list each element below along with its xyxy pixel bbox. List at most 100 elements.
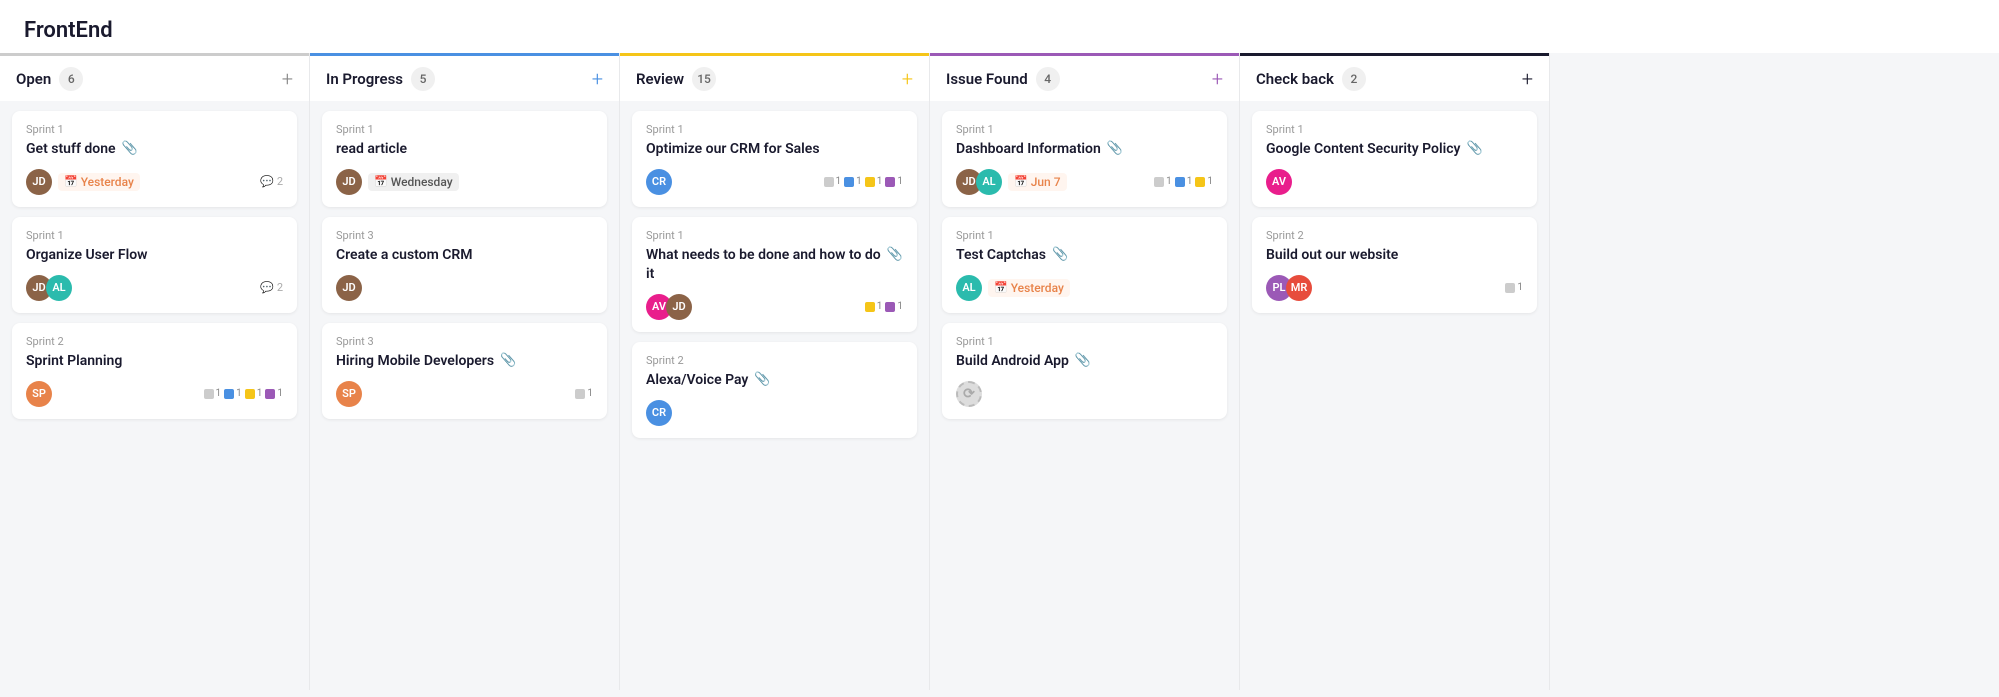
column-add-button[interactable]: +: [1212, 69, 1223, 89]
column-open: Open6+Sprint 1Get stuff done📎JD📅 Yesterd…: [0, 53, 310, 690]
card-sprint: Sprint 1: [26, 123, 283, 136]
avatar-group: AL: [956, 275, 982, 301]
card[interactable]: Sprint 1What needs to be done and how to…: [632, 217, 917, 332]
card[interactable]: Sprint 1Build Android App📎⟳: [942, 323, 1227, 419]
tag-dots: 1111: [204, 388, 284, 399]
tag-dot: 1: [824, 176, 842, 187]
dot-yellow: [1195, 177, 1205, 187]
card[interactable]: Sprint 2Sprint PlanningSP1111: [12, 323, 297, 419]
card-title: Get stuff done: [26, 140, 116, 159]
card-title-row: Get stuff done 📎: [26, 140, 283, 169]
tag-dot: 1: [245, 388, 263, 399]
calendar-icon: 📅: [374, 175, 388, 188]
card[interactable]: Sprint 1Organize User FlowJDAL💬 2: [12, 217, 297, 313]
calendar-icon: 📅: [1014, 175, 1028, 188]
avatar-group: JDAL: [956, 169, 1002, 195]
comment-count: 💬 2: [260, 175, 283, 188]
tag-dot: 1: [844, 176, 862, 187]
card-title: Organize User Flow: [26, 246, 148, 265]
avatar: JD: [336, 275, 362, 301]
page-title: FrontEnd: [24, 18, 1975, 43]
avatar-group: AV: [1266, 169, 1292, 195]
tag-dots: 1111: [824, 176, 904, 187]
column-title: In Progress: [326, 70, 403, 88]
column-header-review: Review15+: [620, 53, 929, 101]
card-sprint: Sprint 3: [336, 229, 593, 242]
column-add-button[interactable]: +: [1522, 69, 1533, 89]
column-bar: [1240, 53, 1549, 56]
card-title-row: Alexa/Voice Pay📎: [646, 371, 903, 400]
dot-blue: [844, 177, 854, 187]
calendar-icon: 📅: [994, 281, 1008, 294]
card-footer: JDAL💬 2: [26, 275, 283, 301]
column-bar: [310, 53, 619, 56]
column-title: Issue Found: [946, 70, 1028, 88]
attachment-icon: 📎: [122, 141, 138, 156]
card[interactable]: Sprint 1Optimize our CRM for SalesCR1111: [632, 111, 917, 207]
tag-dot: 1: [1505, 282, 1523, 293]
attachment-icon: 📎: [1075, 353, 1091, 368]
card-sprint: Sprint 1: [956, 123, 1213, 136]
dot-gray: [1505, 283, 1515, 293]
card-title-row: read article: [336, 140, 593, 169]
card-footer: CR: [646, 400, 903, 426]
column-title: Review: [636, 70, 684, 88]
column-bar: [620, 53, 929, 56]
card[interactable]: Sprint 2Alexa/Voice Pay📎CR: [632, 342, 917, 438]
card[interactable]: Sprint 1Test Captchas📎AL📅 Yesterday: [942, 217, 1227, 313]
tag-dots: 111: [1154, 176, 1213, 187]
card-footer: AV: [1266, 169, 1523, 195]
column-add-button[interactable]: +: [902, 69, 913, 89]
board-container: Open6+Sprint 1Get stuff done📎JD📅 Yesterd…: [0, 53, 1999, 690]
attachment-icon: 📎: [1466, 141, 1482, 156]
calendar-icon: 📅: [64, 175, 78, 188]
tag-dot: 1: [885, 176, 903, 187]
card-title-row: Build Android App📎: [956, 352, 1213, 381]
column-count: 2: [1342, 67, 1366, 91]
card[interactable]: Sprint 1Google Content Security Policy📎A…: [1252, 111, 1537, 207]
dot-yellow: [865, 177, 875, 187]
column-cards: Sprint 1Optimize our CRM for SalesCR1111…: [620, 101, 929, 690]
tag-dot: 1: [265, 388, 283, 399]
avatar: JD: [26, 169, 52, 195]
avatar: CR: [646, 169, 672, 195]
card[interactable]: Sprint 2Build out our websitePLMR1: [1252, 217, 1537, 313]
tag-dots: 11: [865, 301, 903, 312]
card-footer: PLMR1: [1266, 275, 1523, 301]
card-sprint: Sprint 1: [336, 123, 593, 136]
avatar: JD: [666, 294, 692, 320]
card[interactable]: Sprint 1Get stuff done📎JD📅 Yesterday💬 2: [12, 111, 297, 207]
tag-dot: 1: [1195, 176, 1213, 187]
column-add-button[interactable]: +: [282, 69, 293, 89]
avatar-group: JDAL: [26, 275, 72, 301]
avatar-group: CR: [646, 400, 672, 426]
avatar-group: CR: [646, 169, 672, 195]
card[interactable]: Sprint 1read articleJD📅 Wednesday: [322, 111, 607, 207]
column-add-button[interactable]: +: [592, 69, 603, 89]
tag-dot: 1: [865, 176, 883, 187]
tag-dot: 1: [575, 388, 593, 399]
card-sprint: Sprint 1: [956, 335, 1213, 348]
tag-dot: 1: [204, 388, 222, 399]
date-badge: 📅 Jun 7: [1008, 173, 1067, 191]
dot-gray: [1154, 177, 1164, 187]
column-header-inprogress: In Progress5+: [310, 53, 619, 101]
card-title-row: Optimize our CRM for Sales: [646, 140, 903, 169]
card-sprint: Sprint 1: [1266, 123, 1523, 136]
card[interactable]: Sprint 3Create a custom CRMJD: [322, 217, 607, 313]
comment-icon: 💬: [260, 175, 274, 188]
card-footer: JD📅 Yesterday💬 2: [26, 169, 283, 195]
card-title-row: Dashboard Information📎: [956, 140, 1213, 169]
card[interactable]: Sprint 1 Dashboard Information📎JDAL 📅 Jun …: [942, 111, 1227, 207]
column-count: 4: [1036, 67, 1060, 91]
avatar: AL: [956, 275, 982, 301]
card-title: Build out our website: [1266, 246, 1398, 265]
card-sprint: Sprint 3: [336, 335, 593, 348]
tag-dot: 1: [224, 388, 242, 399]
attachment-icon: 📎: [754, 372, 770, 387]
card-footer: CR1111: [646, 169, 903, 195]
avatar: AL: [46, 275, 72, 301]
card[interactable]: Sprint 3Hiring Mobile Developers📎SP1: [322, 323, 607, 419]
tag-dots: 1: [575, 388, 593, 399]
card-title-row: What needs to be done and how to do it📎: [646, 246, 903, 294]
